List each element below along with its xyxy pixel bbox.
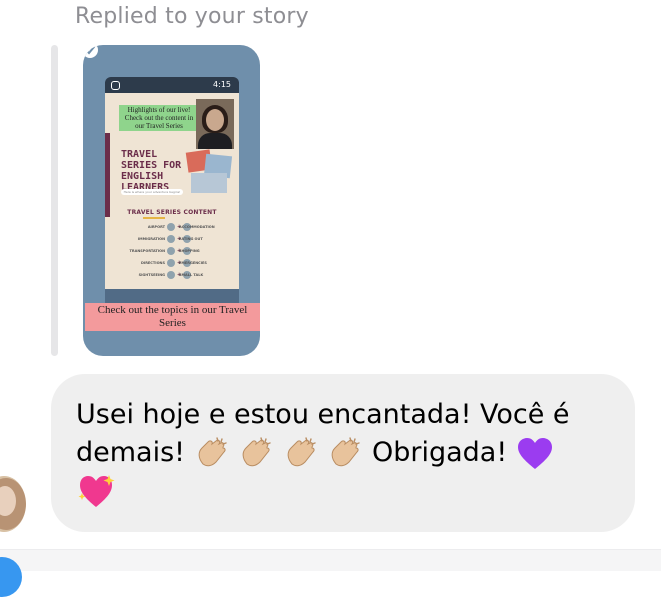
topic-row: AIRPORT + ACCOMMODATION	[147, 223, 215, 231]
topic-row: DIRECTIONS + EMERGENCIES	[141, 259, 207, 267]
avatar[interactable]	[0, 476, 26, 532]
message-line-1: Usei hoje e estou encantada! Você é	[76, 399, 570, 430]
presenter-photo	[196, 99, 234, 149]
story-status-bar: 4:15	[105, 77, 239, 93]
message-composer-bar[interactable]	[0, 549, 661, 571]
clapping-hands-icon	[332, 436, 361, 466]
replied-to-story-label: Replied to your story	[75, 4, 309, 29]
message-text-obrigada: Obrigada!	[371, 437, 508, 468]
topic-left: TRANSPORTATION	[129, 249, 165, 253]
content-heading: TRAVEL SERIES CONTENT	[127, 209, 217, 216]
topic-number-dot	[167, 223, 175, 231]
topic-row: TRANSPORTATION + SHOPPING	[129, 247, 200, 255]
topic-right: EMERGENCIES	[179, 261, 207, 265]
travel-photos	[185, 149, 233, 195]
topic-number-dot	[167, 259, 175, 267]
clapping-hands-icon	[287, 436, 316, 466]
topic-number-dot	[167, 247, 175, 255]
topic-left: SIGHTSEEING	[138, 273, 165, 277]
highlights-sticker: Highlights of our live! Check out the co…	[119, 105, 199, 131]
topic-right: EATING OUT	[179, 237, 203, 241]
topic-right: SMALL TALK	[179, 273, 204, 277]
story-preview-card[interactable]: 4:15 Highlights of our live! Check out t…	[83, 45, 260, 356]
clapping-hands-icon	[198, 436, 227, 466]
poster-title: TRAVEL SERIES FOR ENGLISH LEARNERS	[121, 149, 182, 193]
topics-sticker: Check out the topics in our Travel Serie…	[85, 303, 260, 331]
heading-underline	[143, 217, 165, 219]
message-bubble[interactable]: Usei hoje e estou encantada! Você é dema…	[51, 374, 635, 532]
topic-left: IMMIGRATION	[137, 237, 165, 241]
story-screen: 4:15 Highlights of our live! Check out t…	[105, 77, 239, 327]
clapping-hands-icon	[242, 436, 271, 466]
topic-number-dot	[167, 235, 175, 243]
topic-right: SHOPPING	[179, 249, 200, 253]
topics-list: AIRPORT + ACCOMMODATION IMMIGRATION + EA…	[111, 221, 235, 281]
topic-row: IMMIGRATION + EATING OUT	[137, 235, 203, 243]
topic-left: DIRECTIONS	[141, 261, 165, 265]
topic-row: SIGHTSEEING + SMALL TALK	[138, 271, 204, 279]
topic-left: AIRPORT	[147, 225, 165, 229]
message-text-demais: demais!	[76, 437, 185, 468]
check-badge-icon	[83, 45, 98, 58]
travel-series-poster: Highlights of our live! Check out the co…	[105, 93, 239, 289]
story-time: 4:15	[213, 80, 231, 89]
reply-quote-bar	[51, 45, 58, 356]
topic-number-dot	[167, 271, 175, 279]
topic-right: ACCOMMODATION	[179, 225, 215, 229]
reels-icon	[111, 81, 120, 90]
poster-accent-bar	[105, 133, 110, 217]
purple-heart-icon	[517, 437, 552, 469]
poster-subtitle: Here is where your adventure begins!	[121, 189, 183, 195]
sparkling-heart-icon	[78, 474, 115, 507]
